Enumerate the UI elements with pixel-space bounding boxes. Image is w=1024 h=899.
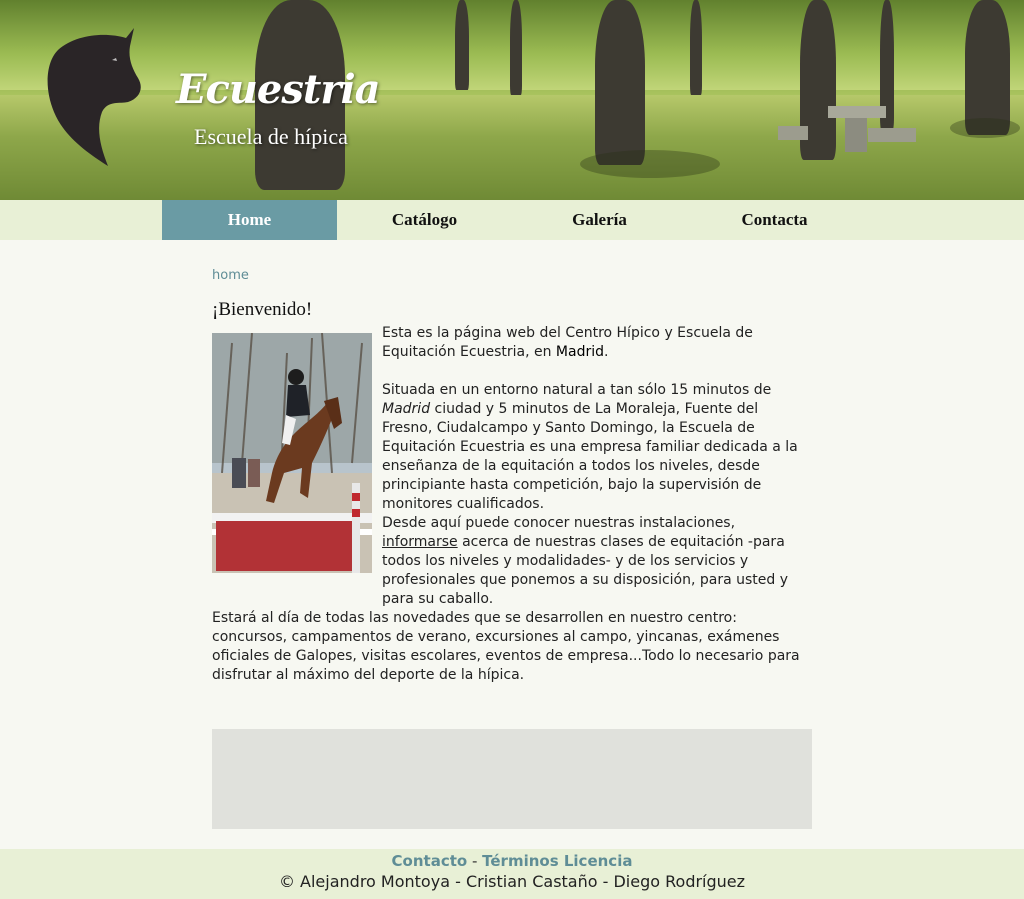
stone-table-leg <box>845 118 867 152</box>
horse-head-icon[interactable] <box>46 28 146 168</box>
main-nav: Home Catálogo Galería Contacta <box>0 200 1024 240</box>
footer-credits: © Alejandro Montoya - Cristian Castaño -… <box>278 872 746 891</box>
tree-trunk <box>510 0 522 95</box>
stone-bench <box>778 126 808 140</box>
page-title: ¡Bienvenido! <box>212 299 313 320</box>
footer-links: Contacto - Términos Licencia <box>0 849 1024 871</box>
tree-trunk <box>965 0 1010 135</box>
news-paragraph: Estará al día de todas las novedades que… <box>212 610 800 683</box>
footer-terms-link[interactable]: Términos Licencia <box>482 852 632 870</box>
intro-paragraph: Esta es la página web del Centro Hípico … <box>382 324 812 362</box>
nav-item-contacta[interactable]: Contacta <box>687 200 862 240</box>
informarse-link[interactable]: informarse <box>382 534 458 550</box>
breadcrumb[interactable]: home <box>212 268 812 283</box>
nav-item-galeria[interactable]: Galería <box>512 200 687 240</box>
horse-jump-photo <box>212 333 372 573</box>
ground-shadow <box>580 150 720 178</box>
tree-trunk <box>690 0 702 95</box>
site-subtitle: Escuela de hípica <box>194 124 348 149</box>
intro-city: Madrid <box>555 344 604 360</box>
services-text-start: Desde aquí puede conocer nuestras instal… <box>382 515 736 531</box>
footer-separator: - <box>467 852 483 870</box>
main-content: home ¡Bienvenido! Esta es la página web … <box>212 268 812 683</box>
stone-bench <box>868 128 916 142</box>
intro-end: . <box>604 344 609 360</box>
tree-trunk <box>595 0 645 165</box>
footer: Contacto - Términos Licencia © Alejandro… <box>0 849 1024 899</box>
location-paragraph: Situada en un entorno natural a tan sólo… <box>382 381 812 514</box>
footer-contact-link[interactable]: Contacto <box>392 852 468 870</box>
nav-item-catalogo[interactable]: Catálogo <box>337 200 512 240</box>
content-placeholder-box <box>212 729 812 829</box>
nav-item-home[interactable]: Home <box>162 200 337 240</box>
location-text-start: Situada en un entorno natural a tan sólo… <box>382 382 772 398</box>
location-city: Madrid <box>382 401 431 417</box>
ground-shadow <box>950 118 1020 138</box>
stone-table <box>828 106 886 118</box>
header-banner: Ecuestria Escuela de hípica <box>0 0 1024 200</box>
services-paragraph: Desde aquí puede conocer nuestras instal… <box>382 514 812 609</box>
tree-trunk <box>455 0 469 90</box>
location-text-end: ciudad y 5 minutos de La Moraleja, Fuent… <box>382 401 798 512</box>
site-title: Ecuestria <box>176 66 381 113</box>
